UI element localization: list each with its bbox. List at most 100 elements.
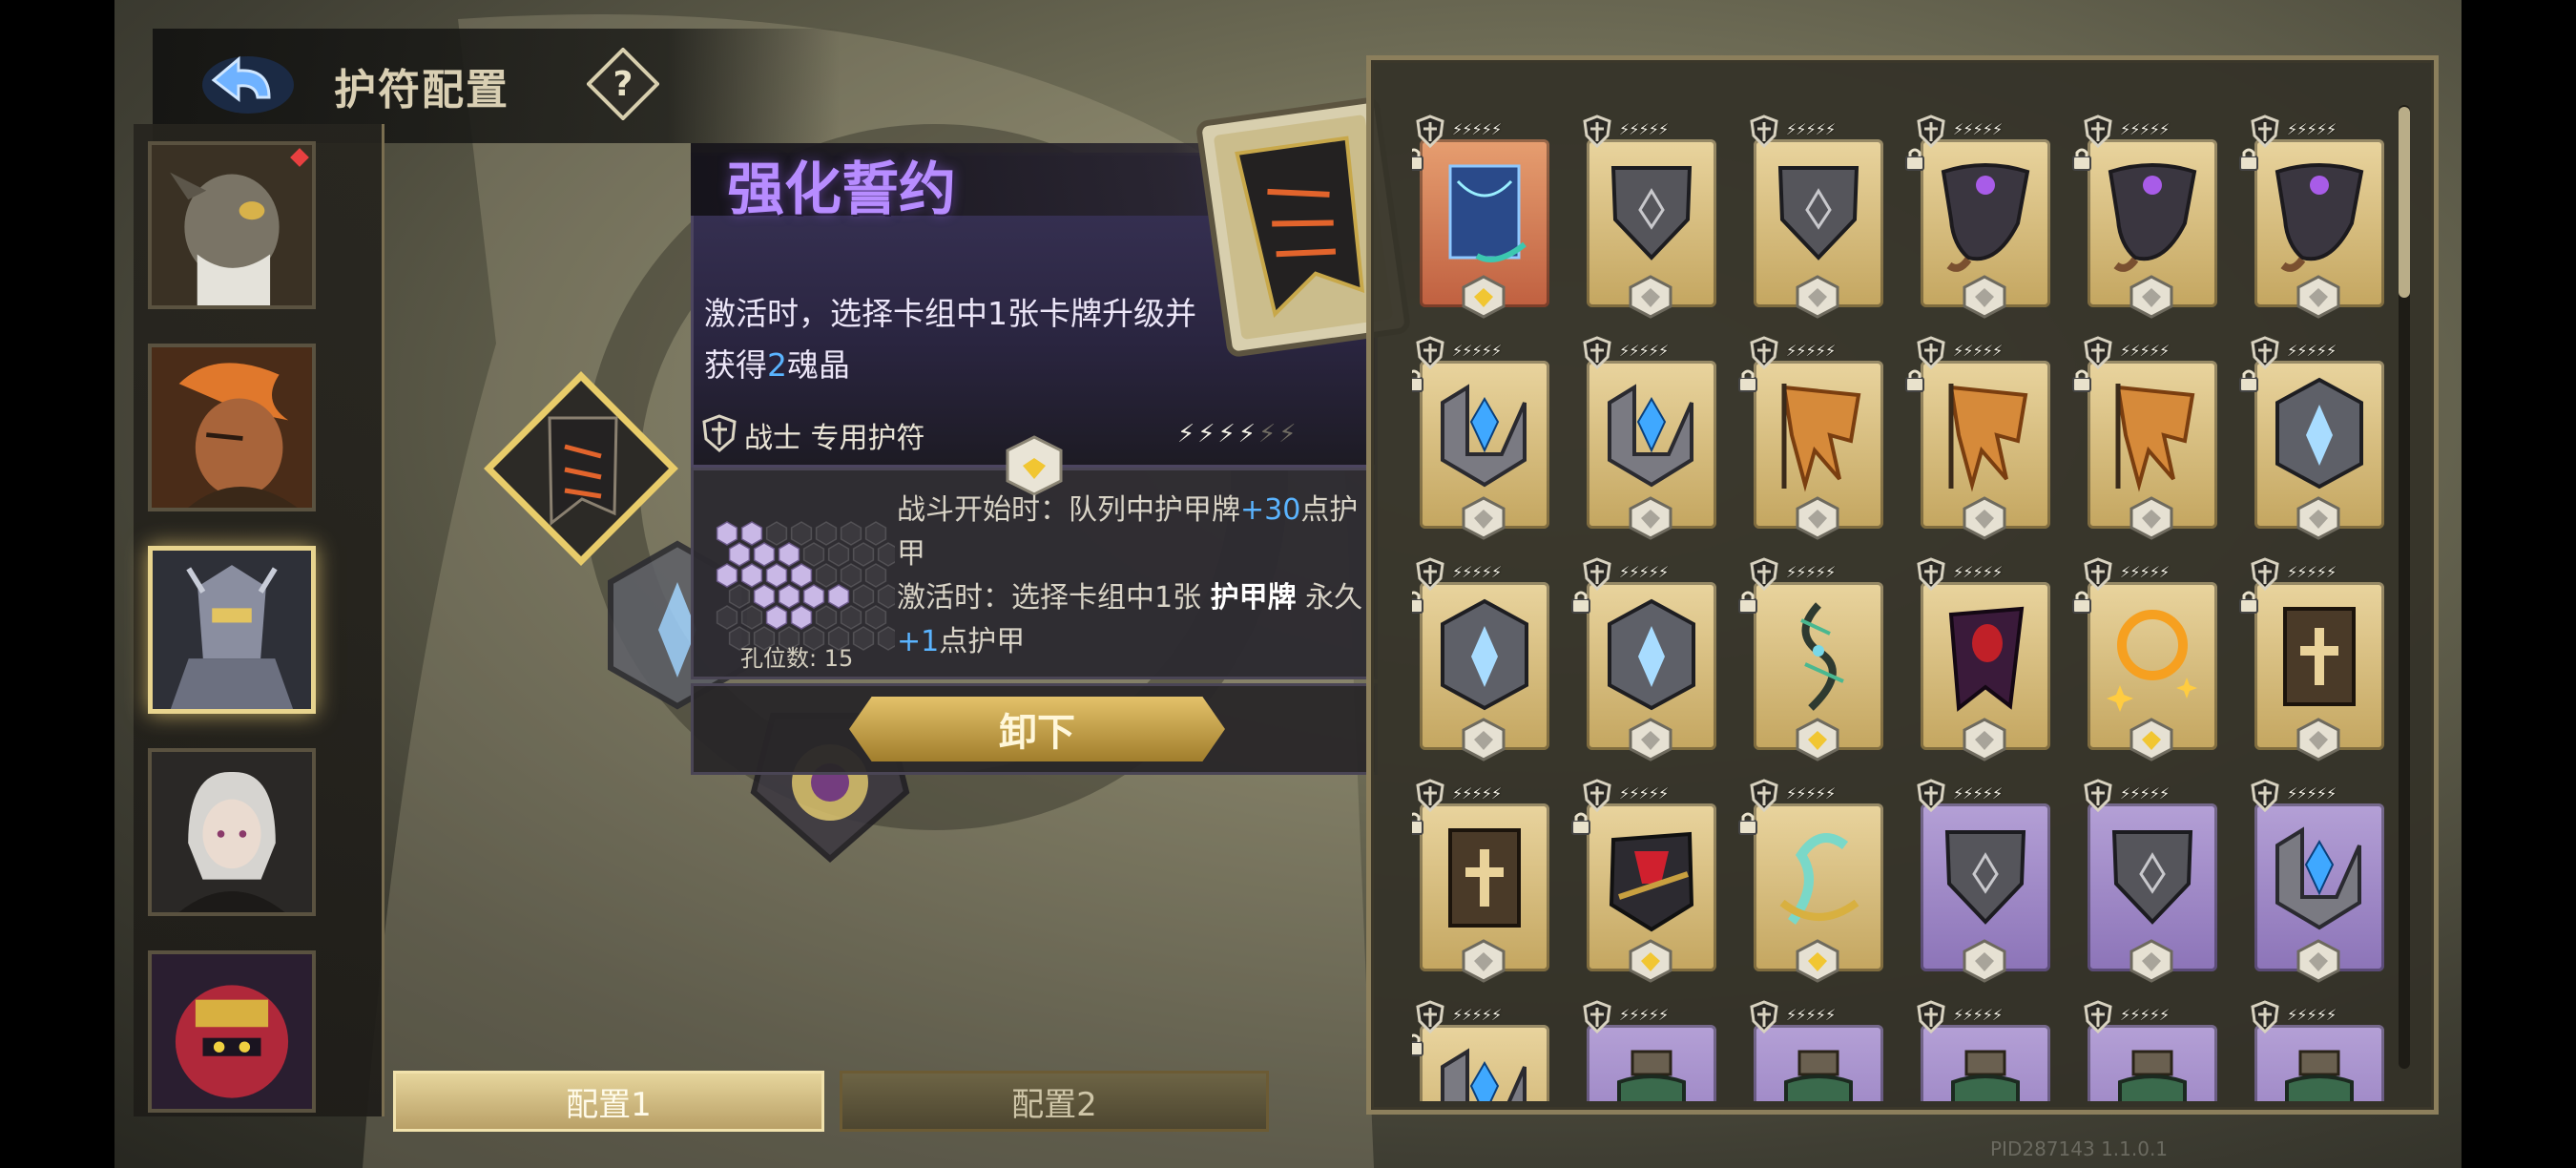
- card-rank-strip: ⚡⚡⚡⚡⚡: [1412, 555, 1557, 594]
- socket-empty-icon: [1963, 496, 2006, 540]
- hero-portrait-armored-knight[interactable]: [148, 546, 316, 714]
- hex-slot-filled: [765, 563, 788, 588]
- crystal-shield-icon: [2275, 826, 2361, 930]
- class-crest-icon: [1583, 557, 1611, 592]
- talisman-card-potion[interactable]: ⚡⚡⚡⚡⚡: [1746, 998, 1891, 1101]
- card-rank-strip: ⚡⚡⚡⚡⚡: [1913, 334, 2058, 372]
- tab-config-2[interactable]: 配置2: [840, 1071, 1269, 1132]
- rune-stone-icon: [2275, 377, 2363, 490]
- class-crest-icon: [1917, 557, 1945, 592]
- hex-slot-empty: [877, 626, 895, 651]
- hex-slot-empty: [877, 584, 895, 609]
- back-arrow-icon[interactable]: [200, 52, 296, 118]
- beastman-portrait-art: [152, 145, 312, 305]
- unequip-button[interactable]: 卸下: [849, 697, 1225, 761]
- talisman-card-torn-flag[interactable]: ⚡⚡⚡⚡⚡: [1905, 334, 2058, 540]
- rank-pips: ⚡⚡⚡⚡⚡: [2287, 563, 2337, 581]
- inventory-scroll-thumb[interactable]: [2399, 107, 2410, 298]
- class-crest-icon: [2084, 557, 2112, 592]
- talisman-card-crystal-shield[interactable]: ⚡⚡⚡⚡⚡: [1579, 334, 1724, 540]
- socket-empty-icon: [1963, 718, 2006, 761]
- class-crest-icon: [1917, 336, 1945, 370]
- card-rank-strip: ⚡⚡⚡⚡⚡: [1579, 777, 1724, 815]
- talisman-card-thorn-vine[interactable]: ⚡⚡⚡⚡⚡: [1738, 555, 1891, 761]
- horn-purple-eye-icon: [2275, 163, 2364, 272]
- socket-empty-icon: [2129, 496, 2173, 540]
- hex-slot-empty: [852, 626, 875, 651]
- talisman-card-fire-ring[interactable]: ⚡⚡⚡⚡⚡: [2072, 555, 2225, 761]
- talisman-card-potion[interactable]: ⚡⚡⚡⚡⚡: [1913, 998, 2058, 1101]
- class-crest-icon: [1750, 1000, 1778, 1034]
- socket-empty-icon: [2129, 939, 2173, 983]
- dark-cloak-icon: [1948, 606, 2025, 712]
- page-title: 护符配置: [334, 66, 509, 115]
- talisman-card-potion[interactable]: ⚡⚡⚡⚡⚡: [2080, 998, 2225, 1101]
- talisman-card-crystal-shield[interactable]: ⚡⚡⚡⚡⚡: [1412, 334, 1557, 540]
- talisman-card-potion[interactable]: ⚡⚡⚡⚡⚡: [2247, 998, 2392, 1101]
- hex-slot-empty: [864, 563, 887, 588]
- talisman-card-shield-stone[interactable]: ⚡⚡⚡⚡⚡: [1579, 113, 1724, 319]
- class-crest-icon: [2084, 115, 2112, 149]
- hex-slot-empty: [864, 521, 887, 546]
- hero-portrait-flame-warrior[interactable]: [148, 344, 316, 511]
- talisman-card-shield-stone[interactable]: ⚡⚡⚡⚡⚡: [1746, 113, 1891, 319]
- talisman-card-crystal-shield[interactable]: ⚡⚡⚡⚡⚡: [2247, 777, 2392, 983]
- hero-portrait-silver-hair-girl[interactable]: [148, 748, 316, 916]
- talisman-card-crystal-shield[interactable]: ⚡⚡⚡⚡⚡: [1412, 998, 1557, 1101]
- card-rank-strip: ⚡⚡⚡⚡⚡: [1579, 113, 1724, 151]
- lock-icon: [1412, 1033, 1423, 1056]
- talisman-card-horn-purple-eye[interactable]: ⚡⚡⚡⚡⚡: [1905, 113, 2058, 319]
- class-crest-icon: [2251, 779, 2279, 813]
- hero-portrait-masked-crown[interactable]: [148, 950, 316, 1113]
- talisman-card-cross-tome[interactable]: ⚡⚡⚡⚡⚡: [1412, 777, 1557, 983]
- rank-pips: ⚡⚡⚡⚡⚡⚡: [1177, 420, 1299, 448]
- talisman-card-torn-flag[interactable]: ⚡⚡⚡⚡⚡: [1738, 334, 1891, 540]
- rank-pips: ⚡⚡⚡⚡⚡: [1953, 1006, 2003, 1024]
- lock-icon: [2239, 148, 2258, 171]
- flame-warrior-portrait-art: [152, 347, 312, 508]
- talisman-card-dark-cloak[interactable]: ⚡⚡⚡⚡⚡: [1913, 555, 2058, 761]
- class-crest-icon: [1750, 779, 1778, 813]
- tab-config-2-label: 配置2: [1011, 1085, 1097, 1124]
- talisman-card-rune-stone[interactable]: ⚡⚡⚡⚡⚡: [2239, 334, 2392, 540]
- socket-empty-icon: [1629, 718, 1672, 761]
- talisman-card-shield-stone[interactable]: ⚡⚡⚡⚡⚡: [1913, 777, 2058, 983]
- lock-icon: [1412, 148, 1423, 171]
- talisman-card-horn-purple-eye[interactable]: ⚡⚡⚡⚡⚡: [2239, 113, 2392, 319]
- rune-stone-icon: [1441, 598, 1528, 711]
- class-crest-icon: [2251, 557, 2279, 592]
- rank-pips: ⚡⚡⚡⚡⚡: [2287, 120, 2337, 138]
- selected-banner-icon[interactable]: [483, 370, 679, 567]
- tab-config-1[interactable]: 配置1: [393, 1071, 824, 1132]
- rank-pips: ⚡⚡⚡⚡⚡: [1953, 784, 2003, 803]
- talisman-card-spellbook[interactable]: ⚡⚡⚡⚡⚡: [1412, 113, 1557, 319]
- tab-config-1-label: 配置1: [566, 1085, 652, 1124]
- horn-purple-eye-icon: [2108, 163, 2197, 272]
- hero-portrait-beastman[interactable]: [148, 141, 316, 309]
- crystal-shield-icon: [1608, 384, 1693, 488]
- hex-slot-empty: [790, 521, 813, 546]
- talisman-card-serpent-charm[interactable]: ⚡⚡⚡⚡⚡: [1738, 777, 1891, 983]
- hex-slot-filled: [778, 584, 800, 609]
- lock-icon: [1738, 591, 1757, 614]
- hex-slot-empty: [852, 584, 875, 609]
- talisman-card-horn-purple-eye[interactable]: ⚡⚡⚡⚡⚡: [2072, 113, 2225, 319]
- rune-line-2-suffix: 点护甲: [939, 625, 1026, 658]
- talisman-grid: ⚡⚡⚡⚡⚡ ⚡⚡⚡⚡⚡ ⚡⚡⚡⚡⚡ ⚡⚡⚡⚡⚡ ⚡⚡⚡⚡⚡ ⚡⚡⚡⚡⚡ ⚡⚡⚡⚡⚡ ⚡⚡⚡⚡⚡…: [1412, 113, 2395, 1101]
- talisman-card-torn-flag[interactable]: ⚡⚡⚡⚡⚡: [2072, 334, 2225, 540]
- lock-icon: [1412, 812, 1423, 835]
- talisman-card-potion[interactable]: ⚡⚡⚡⚡⚡: [1579, 998, 1724, 1101]
- class-crest-icon: [1583, 115, 1611, 149]
- talisman-card-shield-stone[interactable]: ⚡⚡⚡⚡⚡: [2080, 777, 2225, 983]
- talisman-card-cross-tome[interactable]: ⚡⚡⚡⚡⚡: [2239, 555, 2392, 761]
- rank-pips: ⚡⚡⚡⚡⚡: [1619, 120, 1669, 138]
- help-question-icon[interactable]: ?: [587, 48, 659, 120]
- rank-pips: ⚡⚡⚡⚡⚡: [2287, 342, 2337, 360]
- rank-pips: ⚡⚡⚡⚡⚡: [1619, 563, 1669, 581]
- hex-slot-empty: [802, 542, 825, 567]
- talisman-card-rune-stone[interactable]: ⚡⚡⚡⚡⚡: [1571, 555, 1724, 761]
- talisman-card-rune-stone[interactable]: ⚡⚡⚡⚡⚡: [1412, 555, 1557, 761]
- talisman-card-ruby-gauntlet[interactable]: ⚡⚡⚡⚡⚡: [1571, 777, 1724, 983]
- rank-pips: ⚡⚡⚡⚡⚡: [1619, 1006, 1669, 1024]
- masked-crown-portrait-art: [152, 954, 312, 1109]
